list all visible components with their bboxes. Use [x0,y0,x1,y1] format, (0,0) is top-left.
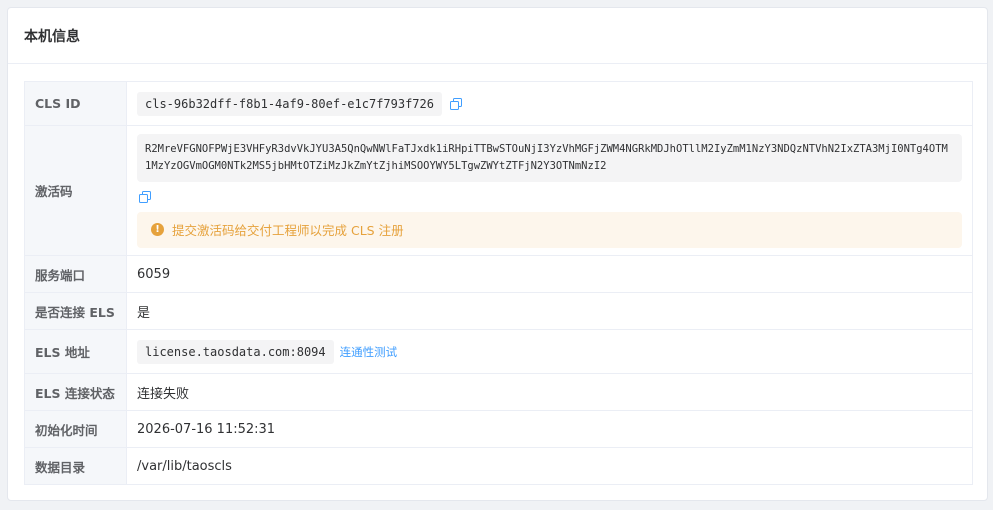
card-title: 本机信息 [24,28,80,45]
els-address-cell: license.taosdata.com:8094 连通性测试 [126,329,973,374]
activation-copy-row [137,182,962,212]
card-header: 本机信息 [8,8,987,64]
copy-icon[interactable] [139,190,151,203]
machine-info-card: 本机信息 CLS ID cls-96b32dff-f8b1-4af9-80ef-… [7,7,988,501]
card-body: CLS ID cls-96b32dff-f8b1-4af9-80ef-e1c7f… [8,64,987,485]
activation-alert: ! 提交激活码给交付工程师以完成 CLS 注册 [137,211,962,248]
row-port: 服务端口 6059 [24,255,973,293]
cls-id-value: cls-96b32dff-f8b1-4af9-80ef-e1c7f793f726 [137,91,442,116]
info-table: CLS ID cls-96b32dff-f8b1-4af9-80ef-e1c7f… [24,81,973,485]
row-els-status: ELS 连接状态 连接失败 [24,373,973,411]
alert-text: 提交激活码给交付工程师以完成 CLS 注册 [172,223,404,238]
els-address-value: license.taosdata.com:8094 [137,339,334,364]
warning-circle-icon: ! [151,223,164,236]
activation-code: R2MreVFGNOFPWjE3VHFyR3dvVkJYU3A5QnQwNWlF… [137,133,962,182]
row-data-dir: 数据目录 /var/lib/taoscls [24,447,973,485]
data-dir-value: /var/lib/taoscls [126,447,973,485]
cls-id-label: CLS ID [24,81,127,126]
row-activation: 激活码 R2MreVFGNOFPWjE3VHFyR3dvVkJYU3A5QnQw… [24,125,973,256]
row-cls-id: CLS ID cls-96b32dff-f8b1-4af9-80ef-e1c7f… [24,81,973,126]
els-connected-label: 是否连接 ELS [24,292,127,330]
row-els-connected: 是否连接 ELS 是 [24,292,973,330]
init-time-value: 2026-07-16 11:52:31 [126,410,973,448]
port-value: 6059 [126,255,973,293]
copy-icon[interactable] [449,98,462,110]
els-connected-value: 是 [126,292,973,330]
els-status-value: 连接失败 [126,373,973,411]
els-address-label: ELS 地址 [24,329,127,374]
row-els-address: ELS 地址 license.taosdata.com:8094 连通性测试 [24,329,973,374]
data-dir-label: 数据目录 [24,447,127,485]
init-time-label: 初始化时间 [24,410,127,448]
connectivity-test-link[interactable]: 连通性测试 [340,345,398,359]
activation-label: 激活码 [24,125,127,256]
port-label: 服务端口 [24,255,127,293]
activation-cell: R2MreVFGNOFPWjE3VHFyR3dvVkJYU3A5QnQwNWlF… [126,125,973,256]
cls-id-cell: cls-96b32dff-f8b1-4af9-80ef-e1c7f793f726 [126,81,973,126]
els-status-label: ELS 连接状态 [24,373,127,411]
row-init-time: 初始化时间 2026-07-16 11:52:31 [24,410,973,448]
